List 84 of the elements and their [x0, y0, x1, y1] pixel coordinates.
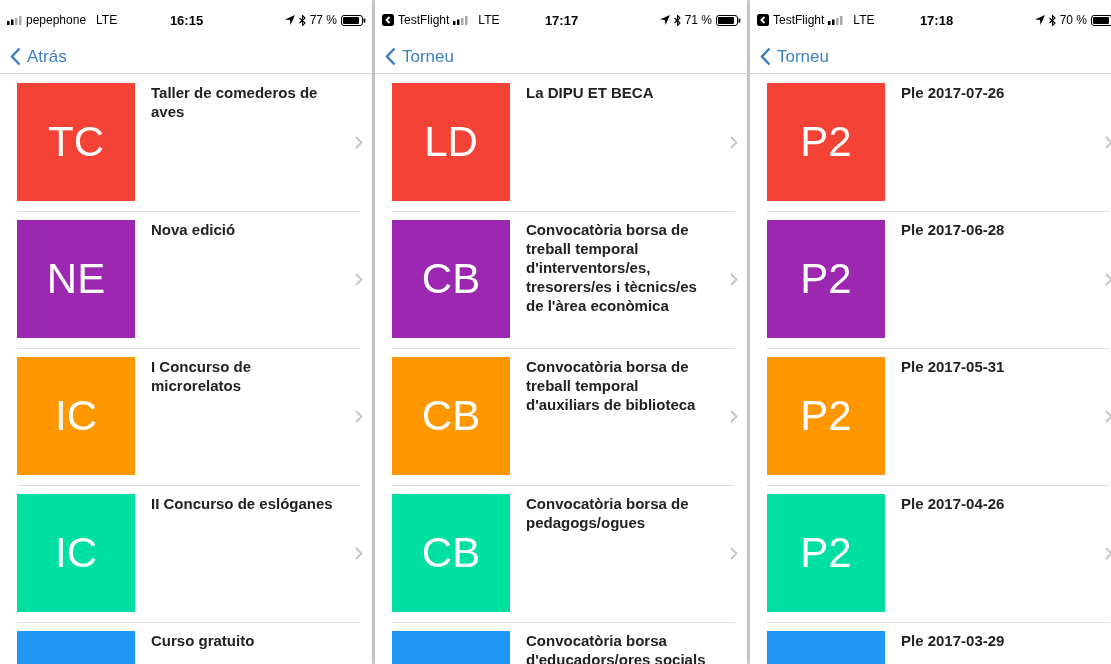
item-title: Curso gratuito — [151, 631, 256, 650]
back-chevron-icon — [760, 47, 771, 66]
location-arrow-icon — [284, 15, 295, 25]
item-title: Ple 2017-05-31 — [901, 357, 1006, 376]
chevron-right-icon — [355, 547, 363, 560]
back-button[interactable]: Atrás — [10, 46, 67, 67]
battery-percent: 70 % — [1059, 13, 1087, 27]
back-chevron-icon — [10, 47, 21, 66]
network-type: LTE — [478, 13, 500, 27]
item-title: Taller de comederos de aves — [151, 83, 319, 121]
initials-tile: NE — [17, 220, 135, 338]
item-title: I Concurso de microrelatos — [151, 357, 252, 395]
battery-percent: 77 % — [309, 13, 337, 27]
chevron-right-icon — [730, 273, 738, 286]
item-title: II Concurso de eslóganes — [151, 494, 334, 513]
bluetooth-icon — [298, 14, 306, 26]
battery-icon — [1091, 14, 1111, 26]
battery-icon — [716, 14, 741, 26]
return-app-label[interactable]: TestFlight — [773, 13, 825, 27]
initials-tile: CB — [392, 220, 510, 338]
signal-icon — [828, 15, 844, 25]
item-title: Convocatòria borsa de treball temporal d'interventors/es, tresorers/es i tècnics/es de l'àrea econòmica — [526, 220, 698, 315]
list-row[interactable]: P2 Ple 2017-05-31 — [750, 348, 1111, 485]
bluetooth-icon — [1048, 14, 1056, 26]
chevron-right-icon — [355, 136, 363, 149]
list-row[interactable]: NE Nova edició — [0, 211, 372, 348]
list-row[interactable]: P2 Ple 2017-06-28 — [750, 211, 1111, 348]
bluetooth-icon — [673, 14, 681, 26]
return-icon[interactable] — [757, 14, 769, 26]
initials-tile: CB — [392, 494, 510, 612]
item-title: Nova edició — [151, 220, 237, 239]
initials-tile: P2 — [767, 357, 885, 475]
item-title: Convocatòria borsa de pedagogs/ogues — [526, 494, 690, 532]
signal-icon — [7, 15, 22, 25]
chevron-right-icon — [1105, 136, 1111, 149]
initials-tile: P2 — [767, 220, 885, 338]
list-row[interactable]: Curso gratuito — [0, 622, 372, 664]
chevron-right-icon — [1105, 273, 1111, 286]
back-button[interactable]: Torneu — [385, 46, 454, 67]
initials-tile: LD — [392, 83, 510, 201]
list-row[interactable]: P2 Ple 2017-04-26 — [750, 485, 1111, 622]
chevron-right-icon — [1105, 547, 1111, 560]
status-time: 17:17 — [544, 12, 579, 28]
initials-tile: CB — [392, 357, 510, 475]
list-row[interactable]: CB Convocatòria borsa de pedagogs/ogues — [375, 485, 747, 622]
chevron-right-icon — [355, 273, 363, 286]
location-arrow-icon — [1034, 15, 1045, 25]
list-row[interactable]: TC Taller de comederos de aves — [0, 74, 372, 211]
battery-percent: 71 % — [684, 13, 712, 27]
initials-tile: P2 — [767, 494, 885, 612]
item-title: La DIPU ET BECA — [526, 83, 655, 102]
back-chevron-icon — [385, 47, 396, 66]
signal-icon — [453, 15, 469, 25]
back-button[interactable]: Torneu — [760, 46, 829, 67]
list-row[interactable]: IC I Concurso de microrelatos — [0, 348, 372, 485]
list-row[interactable]: LD La DIPU ET BECA — [375, 74, 747, 211]
chevron-right-icon — [730, 410, 738, 423]
chevron-right-icon — [730, 136, 738, 149]
item-title: Ple 2017-07-26 — [901, 83, 1006, 102]
list-row[interactable]: Ple 2017-03-29 — [750, 622, 1111, 664]
status-time: 17:18 — [919, 12, 954, 28]
chevron-right-icon — [355, 410, 363, 423]
carrier-name: pepephone — [26, 13, 87, 27]
initials-tile: TC — [17, 83, 135, 201]
network-type: LTE — [96, 13, 118, 27]
return-app-label[interactable]: TestFlight — [398, 13, 450, 27]
initials-tile: IC — [17, 357, 135, 475]
list-row[interactable]: CB Convocatòria borsa de treball temporal d'interventors/es, tresorers/es i tècnics/es de l'àrea econòmica — [375, 211, 747, 348]
initials-tile: IC — [17, 494, 135, 612]
chevron-right-icon — [730, 547, 738, 560]
item-title: Ple 2017-06-28 — [901, 220, 1006, 239]
return-icon[interactable] — [382, 14, 394, 26]
chevron-right-icon — [1105, 410, 1111, 423]
item-title: Ple 2017-03-29 — [901, 631, 1006, 650]
status-time: 16:15 — [169, 12, 204, 28]
network-type: LTE — [853, 13, 875, 27]
item-title: Ple 2017-04-26 — [901, 494, 1006, 513]
item-title: Convocatòria borsa de treball temporal d'auxiliars de biblioteca — [526, 357, 697, 414]
location-arrow-icon — [659, 15, 670, 25]
initials-tile: P2 — [767, 83, 885, 201]
list-row[interactable]: P2 Ple 2017-07-26 — [750, 74, 1111, 211]
list-row[interactable]: IC II Concurso de eslóganes — [0, 485, 372, 622]
list-row[interactable]: CB Convocatòria borsa de treball temporal d'auxiliars de biblioteca — [375, 348, 747, 485]
battery-icon — [341, 14, 366, 26]
